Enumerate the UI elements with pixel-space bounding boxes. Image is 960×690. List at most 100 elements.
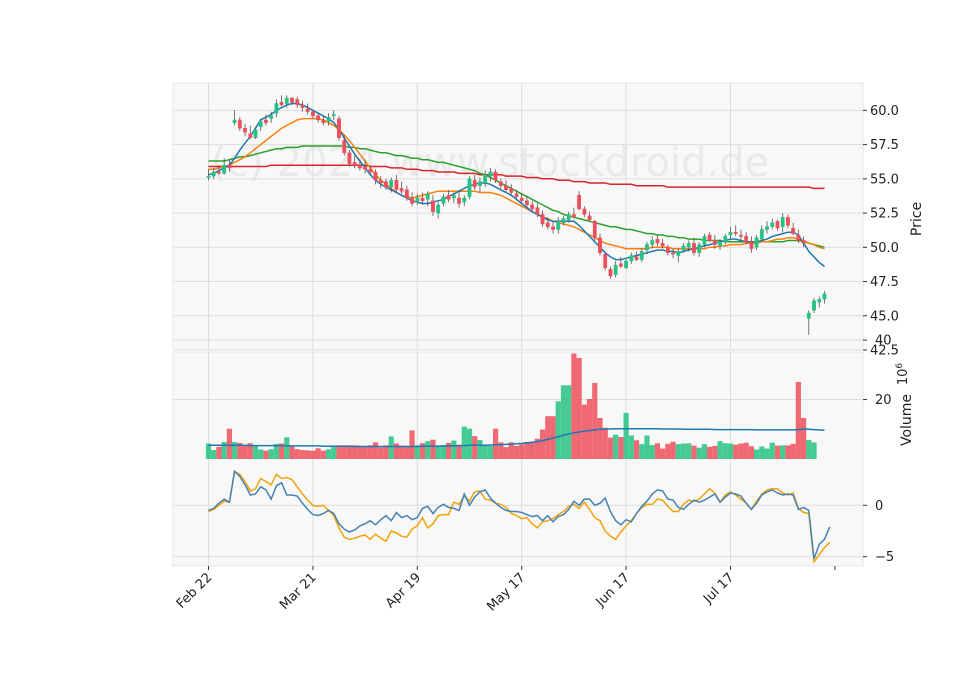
volume-bar [263,450,269,459]
candle-body [290,97,294,103]
volume-bar [388,436,394,459]
volume-bar [289,446,295,459]
candle-body [780,216,785,227]
candle-body [598,237,602,253]
candle-body [232,119,237,123]
volume-bar [524,442,530,459]
candle-body [373,171,378,181]
volume-bar [315,448,321,459]
volume-bar [628,435,634,459]
candle-body [634,256,639,260]
candle-body [791,227,796,234]
volume-bar [216,446,222,459]
price-tick-label: 47.5 [870,275,899,290]
candle-body [331,114,336,117]
volume-bar [701,444,707,459]
volume-tick-label: 40 [875,334,892,349]
x-tick-label: Feb 22 [174,570,216,612]
volume-tick-label: 20 [875,393,892,408]
volume-bar [806,439,812,459]
volume-unit-label: 106 [895,363,911,386]
candle-body [556,221,561,230]
candle-body [645,244,649,251]
candle-body [514,193,519,197]
volume-bar [472,436,478,459]
candle-body [582,208,587,215]
volume-bar [571,353,577,459]
volume-bar [566,385,572,459]
candle-body [718,241,722,247]
volume-unit-exponent: 6 [895,363,905,369]
candle-body [572,214,576,218]
volume-bar [602,427,608,459]
volume-bar [785,445,791,459]
volume-bar [425,441,431,459]
volume-bar [430,439,436,459]
volume-bar [226,428,232,459]
volume-bar [759,446,765,459]
volume-bar [712,445,718,459]
volume-bar [352,445,358,459]
candle-body [211,171,216,177]
volume-bar [456,444,462,459]
candle-body [723,236,728,243]
candle-body [749,241,754,249]
x-tick-label: Apr 19 [383,570,424,611]
candle-body [493,171,498,181]
candle-body [801,240,806,244]
candle-body [530,204,535,210]
volume-bar [722,443,728,459]
candle-body [765,226,769,230]
candle-body [446,195,451,200]
candle-body [368,169,373,173]
volume-bar [299,450,306,459]
candle-body [389,180,394,188]
candle-body [227,164,232,169]
volume-bar [414,445,420,459]
candle-body [733,232,738,234]
volume-bar [592,382,598,459]
candle-body [498,181,503,186]
candle-body [206,175,211,178]
volume-bar [649,445,655,459]
x-tick-label: Jul 17 [700,570,737,607]
volume-bar [769,442,775,459]
volume-bar [754,449,760,459]
volume-bar [727,443,734,459]
candle-body [342,140,347,154]
candle-body [697,244,702,253]
x-tick-label: May 17 [484,570,528,614]
candle-body [258,121,263,128]
volume-bar [654,443,661,459]
volume-bar [325,449,332,459]
price-tick-label: 45.0 [870,309,899,324]
volume-bar [733,444,739,459]
volume-bar [320,450,326,459]
candle-body [217,171,221,174]
candle-body [561,218,566,223]
volume-bar [613,434,619,459]
candle-body [253,129,258,138]
candle-body [431,200,435,212]
candle-body [707,234,712,241]
volume-bar [529,441,535,459]
volume-bar [691,445,697,459]
candle-body [337,118,341,138]
volume-bar [399,445,405,459]
volume-bar [623,412,629,459]
volume-bar [513,445,520,459]
candle-body [384,181,388,188]
candle-body [728,232,733,236]
candle-body [300,104,305,108]
candle-body [796,234,801,241]
candle-body [540,214,545,225]
osc-tick-label: −5 [875,550,894,565]
candle-body [686,242,691,248]
volume-bar [539,429,546,459]
volume-bar [284,437,290,459]
x-tick-label: Jun 17 [593,570,633,610]
osc-tick-label: 0 [875,499,883,514]
volume-bar [341,445,347,459]
price-tick-label: 55.0 [870,172,899,187]
candle-body [222,164,227,174]
